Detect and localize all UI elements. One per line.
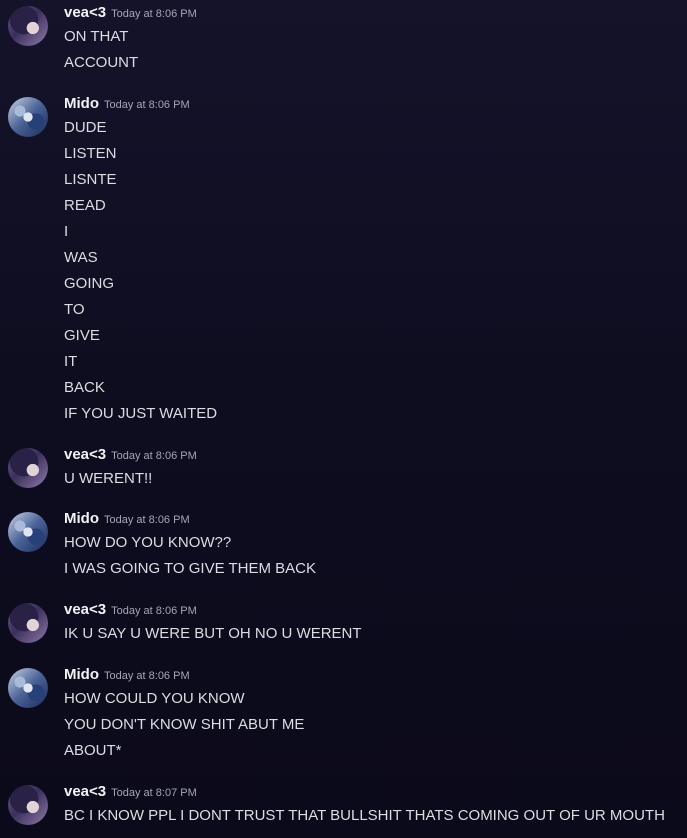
username[interactable]: vea<3 — [64, 601, 106, 618]
message-content: U WERENT!! — [64, 468, 152, 494]
timestamp[interactable]: Today at 8:06 PM — [111, 605, 197, 617]
message-text[interactable]: IT — [64, 351, 217, 377]
message-header: vea<3 Today at 8:06 PM — [64, 4, 197, 24]
message-content: ON THAT ACCOUNT — [64, 26, 138, 78]
message-header: Mido Today at 8:06 PM — [64, 666, 190, 686]
username[interactable]: Mido — [64, 510, 99, 527]
timestamp[interactable]: Today at 8:06 PM — [111, 450, 197, 462]
avatar[interactable] — [8, 97, 48, 137]
message-text[interactable]: ON THAT — [64, 26, 138, 52]
message-text[interactable]: LISTEN — [64, 143, 217, 169]
message-content: HOW DO YOU KNOW?? I WAS GOING TO GIVE THE… — [64, 532, 316, 584]
message-text[interactable]: TO — [64, 299, 217, 325]
message-text[interactable]: IK U SAY U WERE BUT OH NO U WERENT — [64, 623, 362, 649]
message-text[interactable]: GOING — [64, 273, 217, 299]
message-header: vea<3 Today at 8:06 PM — [64, 601, 197, 621]
message-content: BC I KNOW PPL I DONT TRUST THAT BULLSHIT… — [64, 805, 665, 831]
avatar[interactable] — [8, 512, 48, 552]
message-text[interactable]: YOU DON'T KNOW SHIT ABUT ME — [64, 714, 304, 740]
message-content: HOW COULD YOU KNOW YOU DON'T KNOW SHIT AB… — [64, 688, 304, 766]
avatar[interactable] — [8, 6, 48, 46]
message-text[interactable]: HOW DO YOU KNOW?? — [64, 532, 316, 558]
message-text[interactable]: I — [64, 221, 217, 247]
message-text[interactable]: GIVE — [64, 325, 217, 351]
message-header: Mido Today at 8:06 PM — [64, 95, 190, 115]
message-header: vea<3 Today at 8:06 PM — [64, 446, 197, 466]
message-content: IK U SAY U WERE BUT OH NO U WERENT — [64, 623, 362, 649]
timestamp[interactable]: Today at 8:06 PM — [104, 99, 190, 111]
message-text[interactable]: U WERENT!! — [64, 468, 152, 494]
timestamp[interactable]: Today at 8:06 PM — [104, 514, 190, 526]
message-text[interactable]: IF YOU JUST WAITED — [64, 403, 217, 429]
message-text[interactable]: I WAS GOING TO GIVE THEM BACK — [64, 558, 316, 584]
message-text[interactable]: BC I KNOW PPL I DONT TRUST THAT BULLSHIT… — [64, 805, 665, 831]
message-text[interactable]: ACCOUNT — [64, 52, 138, 78]
avatar[interactable] — [8, 785, 48, 825]
message-header: Mido Today at 8:06 PM — [64, 510, 190, 530]
message-text[interactable]: HOW COULD YOU KNOW — [64, 688, 304, 714]
avatar[interactable] — [8, 603, 48, 643]
timestamp[interactable]: Today at 8:06 PM — [111, 8, 197, 20]
message-text[interactable]: BACK — [64, 377, 217, 403]
avatar[interactable] — [8, 448, 48, 488]
message-text[interactable]: LISNTE — [64, 169, 217, 195]
timestamp[interactable]: Today at 8:07 PM — [111, 787, 197, 799]
timestamp[interactable]: Today at 8:06 PM — [104, 670, 190, 682]
avatar[interactable] — [8, 668, 48, 708]
message-header: vea<3 Today at 8:07 PM — [64, 783, 197, 803]
message-content: DUDE LISTEN LISNTE READ I WAS GOING TO GIVE IT BAC… — [64, 117, 217, 429]
chat-message-list: vea<3 Today at 8:06 PM ON THAT ACCOUNT Mido T… — [0, 0, 687, 838]
message-text[interactable]: ABOUT* — [64, 740, 304, 766]
message-text[interactable]: READ — [64, 195, 217, 221]
message-text[interactable]: WAS — [64, 247, 217, 273]
username[interactable]: vea<3 — [64, 783, 106, 800]
username[interactable]: vea<3 — [64, 446, 106, 463]
message-text[interactable]: DUDE — [64, 117, 217, 143]
username[interactable]: Mido — [64, 95, 99, 112]
username[interactable]: vea<3 — [64, 4, 106, 21]
username[interactable]: Mido — [64, 666, 99, 683]
